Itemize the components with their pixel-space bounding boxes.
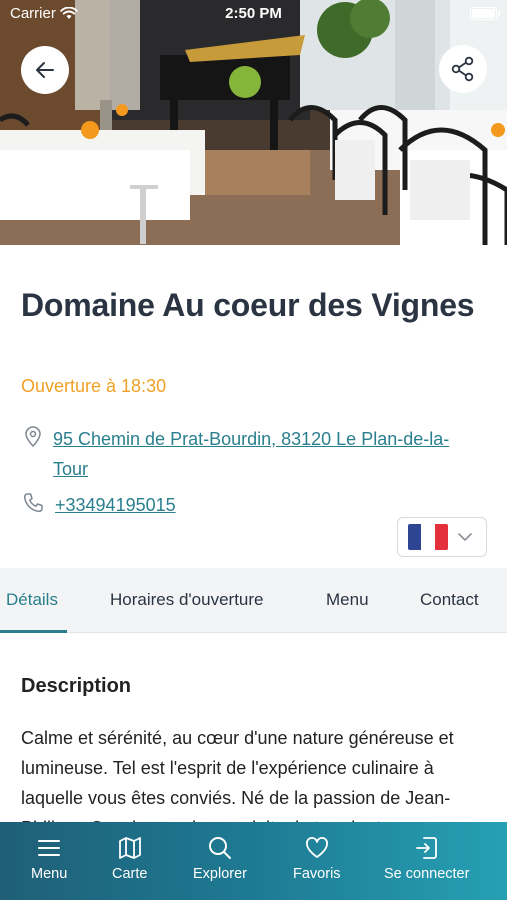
address-row: 95 Chemin de Prat-Bourdin, 83120 Le Plan…: [21, 424, 478, 484]
bottom-navigation: Menu Carte Explorer Favoris Se connecter: [0, 822, 507, 900]
hero-photo: [0, 0, 507, 245]
address-link[interactable]: 95 Chemin de Prat-Bourdin, 83120 Le Plan…: [53, 424, 478, 484]
menu-icon: [38, 840, 61, 856]
language-selector[interactable]: [397, 517, 487, 557]
nav-map[interactable]: Carte: [112, 834, 147, 882]
map-icon: [118, 837, 141, 859]
login-icon: [415, 837, 437, 859]
status-bar: Carrier 2:50 PM: [0, 0, 507, 28]
active-tab-indicator: [0, 630, 67, 633]
phone-row: +33494195015: [21, 490, 176, 520]
nav-menu-label: Menu: [31, 866, 68, 882]
nav-map-label: Carte: [112, 866, 148, 882]
restaurant-photo: [0, 0, 507, 245]
chevron-down-icon: [458, 533, 472, 541]
location-pin-icon: [25, 426, 41, 448]
tab-bar: Détails Horaires d'ouverture Menu Contac…: [0, 568, 507, 633]
nav-explore[interactable]: Explorer: [193, 834, 247, 882]
nav-login[interactable]: Se connecter: [384, 834, 469, 882]
tab-opening-hours[interactable]: Horaires d'ouverture: [110, 568, 263, 633]
venue-title: Domaine Au coeur des Vignes: [21, 287, 475, 323]
search-icon: [209, 837, 231, 859]
phone-link[interactable]: +33494195015: [55, 490, 176, 520]
nav-login-label: Se connecter: [384, 866, 470, 882]
heart-icon: [305, 837, 328, 858]
nav-favorites-label: Favoris: [293, 866, 341, 882]
battery-icon: [470, 7, 500, 20]
tab-contact[interactable]: Contact: [420, 568, 479, 633]
nav-menu[interactable]: Menu: [31, 834, 67, 882]
share-button[interactable]: [439, 45, 487, 93]
back-button[interactable]: [21, 46, 69, 94]
nav-favorites[interactable]: Favoris: [293, 834, 341, 882]
clock: 2:50 PM: [225, 5, 282, 22]
nav-explore-label: Explorer: [193, 866, 247, 882]
opening-time: Ouverture à 18:30: [21, 376, 167, 396]
share-icon: [451, 56, 474, 82]
tab-menu[interactable]: Menu: [326, 568, 369, 633]
french-flag-icon: [408, 524, 448, 550]
tab-details[interactable]: Détails: [6, 568, 58, 633]
arrow-left-icon: [36, 62, 54, 78]
phone-icon: [23, 493, 43, 513]
description-heading: Description: [21, 675, 132, 697]
